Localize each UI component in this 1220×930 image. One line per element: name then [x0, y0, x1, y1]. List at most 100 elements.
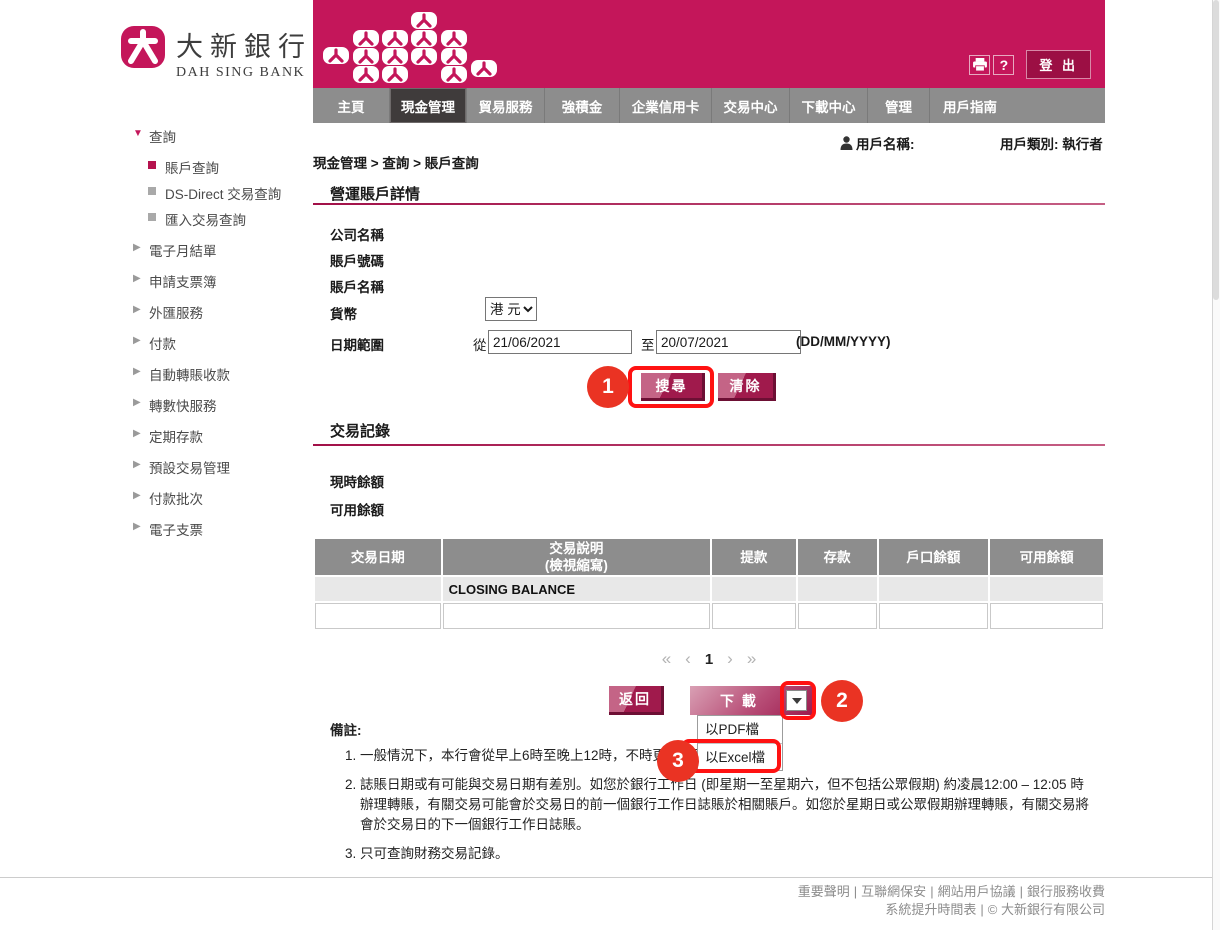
tab-trade-services[interactable]: 貿易服務 — [467, 88, 545, 123]
sidebar-item-enquiry[interactable]: ▼查詢 — [133, 126, 313, 157]
page-prev-button[interactable]: ‹ — [685, 649, 691, 668]
brand-banner: ? 登 出 — [313, 0, 1105, 88]
table-row: CLOSING BALANCE — [315, 577, 1103, 601]
tab-mpf[interactable]: 強積金 — [545, 88, 620, 123]
download-dropdown-button[interactable] — [786, 690, 807, 711]
sidebar-item-label: 外匯服務 — [149, 302, 203, 322]
sidebar-item-inward-enquiry[interactable]: 匯入交易查詢 — [133, 209, 313, 235]
page-first-button[interactable]: « — [662, 649, 671, 668]
triangle-right-icon: ▶ — [133, 333, 149, 346]
caret-down-icon — [792, 698, 802, 704]
col-withdrawal: 提款 — [712, 539, 796, 575]
note-item: 只可查詢財務交易記錄。 — [360, 844, 1090, 864]
user-type-label: 用戶類別: — [1000, 137, 1059, 152]
date-to-input[interactable] — [656, 330, 801, 354]
current-balance-label: 現時餘額 — [330, 471, 384, 491]
banner-glyph-icon — [382, 48, 408, 65]
clear-button[interactable]: 清除 — [718, 373, 776, 401]
sidebar-item-label: 匯入交易查詢 — [165, 209, 246, 229]
note-item: 誌賬日期或有可能與交易日期有差別。如您於銀行工作日 (即星期一至星期六，但不包括… — [360, 775, 1090, 835]
triangle-right-icon: ▶ — [133, 519, 149, 532]
sidebar-nav: ▼查詢 賬戶查詢 DS-Direct 交易查詢 匯入交易查詢 ▶電子月結單 ▶申… — [133, 126, 313, 550]
vertical-scrollbar[interactable] — [1212, 0, 1220, 930]
sidebar-item-echeque[interactable]: ▶電子支票 — [133, 519, 313, 550]
page-last-button[interactable]: » — [747, 649, 756, 668]
sidebar-item-account-enquiry[interactable]: 賬戶查詢 — [133, 157, 313, 183]
footer-copyright: © 大新銀行有限公司 — [988, 902, 1105, 917]
back-button[interactable]: 返回 — [609, 686, 664, 715]
help-button[interactable]: ? — [993, 55, 1014, 75]
banner-glyph-icon — [411, 30, 437, 47]
download-as-excel-item[interactable]: 以Excel檔 — [698, 743, 782, 770]
col-available-balance: 可用餘額 — [990, 539, 1103, 575]
tab-trading-center[interactable]: 交易中心 — [712, 88, 790, 123]
footer-link-important-notice[interactable]: 重要聲明 — [798, 884, 850, 899]
section-divider — [313, 203, 1105, 205]
banner-glyph-icon — [323, 47, 349, 64]
triangle-right-icon: ▶ — [133, 271, 149, 284]
date-range-label: 日期範圍 — [330, 334, 384, 354]
sidebar-item-payment-batch[interactable]: ▶付款批次 — [133, 488, 313, 519]
currency-label: 貨幣 — [330, 303, 357, 323]
currency-select[interactable]: 港 元 — [485, 297, 537, 321]
banner-glyph-icon — [441, 66, 467, 83]
banner-glyph-icon — [471, 60, 497, 77]
triangle-right-icon: ▶ — [133, 302, 149, 315]
tab-admin[interactable]: 管理 — [868, 88, 930, 123]
date-from-label: 從 — [473, 334, 487, 354]
bullet-square-icon — [148, 161, 156, 169]
footer-link-internet-security[interactable]: 互聯網保安 — [861, 884, 926, 899]
bank-logo: 大新銀行 DAH SING BANK — [120, 25, 312, 81]
sidebar-item-fps[interactable]: ▶轉數快服務 — [133, 395, 313, 426]
sidebar-item-preset-transactions[interactable]: ▶預設交易管理 — [133, 457, 313, 488]
sidebar-item-chequebook[interactable]: ▶申請支票簿 — [133, 271, 313, 302]
printer-icon — [973, 58, 987, 71]
sidebar-item-estatement[interactable]: ▶電子月結單 — [133, 240, 313, 271]
sidebar-item-label: 自動轉賬收款 — [149, 364, 230, 384]
col-transaction-description: 交易說明(檢視縮寫) — [443, 539, 710, 575]
footer-link-user-agreement[interactable]: 網站用戶協議 — [938, 884, 1016, 899]
footer-link-maintenance-schedule[interactable]: 系統提升時間表 — [885, 902, 976, 917]
col-transaction-date: 交易日期 — [315, 539, 441, 575]
tab-cash-management[interactable]: 現金管理 — [390, 88, 467, 123]
transactions-table: 交易日期 交易說明(檢視縮寫) 提款 存款 戶口餘額 可用餘額 CLOSING … — [313, 537, 1105, 631]
sidebar-item-label: 申請支票簿 — [149, 271, 217, 291]
print-button[interactable] — [969, 55, 990, 75]
search-button[interactable]: 搜尋 — [641, 373, 705, 401]
tab-download-center[interactable]: 下載中心 — [790, 88, 868, 123]
banner-glyph-icon — [441, 48, 467, 65]
triangle-right-icon: ▶ — [133, 395, 149, 408]
annotation-step-1: 1 — [587, 366, 629, 408]
page-current: 1 — [705, 651, 713, 668]
sidebar-item-fx-services[interactable]: ▶外匯服務 — [133, 302, 313, 333]
triangle-right-icon: ▶ — [133, 240, 149, 253]
sidebar-item-label: 電子支票 — [149, 519, 203, 539]
scrollbar-thumb[interactable] — [1213, 0, 1219, 300]
banner-glyph-icon — [353, 30, 379, 47]
banner-glyph-icon — [353, 48, 379, 65]
triangle-right-icon: ▶ — [133, 488, 149, 501]
tab-home[interactable]: 主頁 — [313, 88, 390, 123]
tab-user-guide[interactable]: 用戶指南 — [930, 88, 1010, 123]
bank-logo-icon — [120, 25, 166, 69]
section-title-account-details: 營運賬戶詳情 — [330, 183, 420, 204]
section-title-transactions: 交易記錄 — [330, 420, 390, 441]
sidebar-item-payment[interactable]: ▶付款 — [133, 333, 313, 364]
logout-button[interactable]: 登 出 — [1026, 50, 1091, 79]
annotation-step-2: 2 — [821, 680, 863, 722]
download-as-pdf-item[interactable]: 以PDF檔 — [698, 716, 782, 743]
user-icon — [840, 136, 853, 150]
user-name-label: 用戶名稱: — [856, 133, 915, 153]
account-name-label: 賬戶名稱 — [330, 276, 384, 296]
sidebar-item-autopay[interactable]: ▶自動轉賬收款 — [133, 364, 313, 395]
page-next-button[interactable]: › — [727, 649, 733, 668]
date-format-hint: (DD/MM/YYYY) — [796, 334, 891, 349]
tab-corporate-card[interactable]: 企業信用卡 — [620, 88, 712, 123]
triangle-right-icon: ▶ — [133, 364, 149, 377]
triangle-right-icon: ▶ — [133, 426, 149, 439]
footer-link-service-charges[interactable]: 銀行服務收費 — [1027, 884, 1105, 899]
date-from-input[interactable] — [488, 330, 632, 354]
sidebar-item-time-deposit[interactable]: ▶定期存款 — [133, 426, 313, 457]
sidebar-item-label: 電子月結單 — [149, 240, 217, 260]
sidebar-item-dsdirect-enquiry[interactable]: DS-Direct 交易查詢 — [133, 183, 313, 209]
